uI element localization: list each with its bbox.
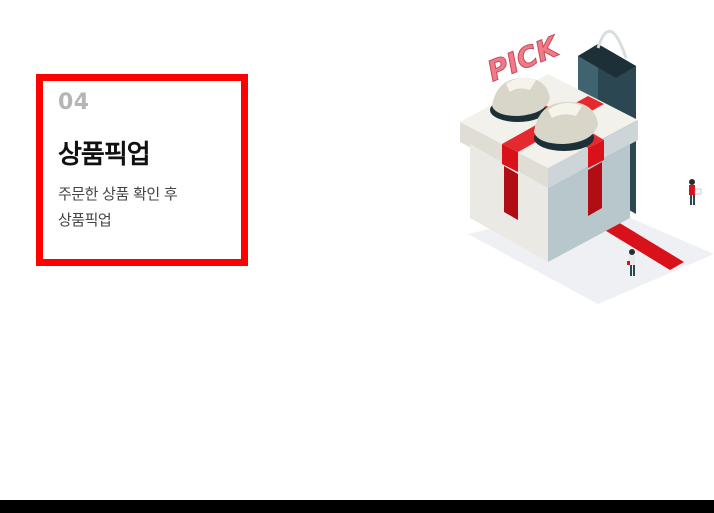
step-card: 04 상품픽업 주문한 상품 확인 후 상품픽업 <box>36 74 248 266</box>
step-description-line-1: 주문한 상품 확인 후 <box>58 185 178 203</box>
step-number: 04 <box>58 90 90 115</box>
person-right <box>689 179 702 205</box>
step-description: 주문한 상품 확인 후 상품픽업 <box>58 181 228 233</box>
page: 04 상품픽업 주문한 상품 확인 후 상품픽업 PICK <box>0 0 714 513</box>
step-title: 상품픽업 <box>58 140 151 170</box>
bottom-bar <box>0 500 714 513</box>
ribbon-left-body <box>504 166 518 220</box>
ribbon-right-body <box>588 162 602 216</box>
gift-box-pickup-illustration: PICK <box>460 29 714 304</box>
step-description-line-2: 상품픽업 <box>58 211 112 229</box>
